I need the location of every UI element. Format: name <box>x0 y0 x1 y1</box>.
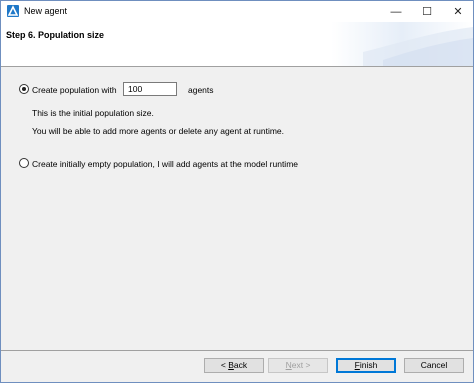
page-title: Step 6. Population size <box>6 30 105 40</box>
minimize-icon[interactable]: — <box>381 1 411 22</box>
population-size-input[interactable] <box>123 82 177 96</box>
footer-separator <box>1 350 473 351</box>
back-rest: ack <box>233 360 248 370</box>
next-rest: ext <box>291 360 304 370</box>
wizard-content: Create population with agents This is th… <box>1 67 473 347</box>
maximize-icon[interactable]: ☐ <box>412 1 442 22</box>
anylogic-app-icon <box>7 5 19 17</box>
next-button[interactable]: Next > <box>268 358 328 373</box>
create-population-radio[interactable] <box>19 84 29 94</box>
wizard-header: Step 6. Population size <box>1 22 473 67</box>
create-population-label[interactable]: Create population with <box>32 85 117 95</box>
back-button[interactable]: < Back <box>204 358 264 373</box>
title-bar: New agent — ☐ ✕ <box>1 1 473 22</box>
finish-rest: inish <box>359 360 378 370</box>
agents-suffix-label: agents <box>188 85 214 95</box>
cancel-button[interactable]: Cancel <box>404 358 464 373</box>
new-agent-dialog: New agent — ☐ ✕ Step 6. Population size … <box>0 0 474 383</box>
close-icon[interactable]: ✕ <box>443 1 473 22</box>
window-title: New agent <box>24 6 68 16</box>
next-suffix: > <box>303 360 311 370</box>
runtime-note: You will be able to add more agents or d… <box>32 126 285 136</box>
finish-button[interactable]: Finish <box>336 358 396 373</box>
empty-population-radio[interactable] <box>19 158 29 168</box>
header-decoration <box>363 27 473 66</box>
empty-population-label[interactable]: Create initially empty population, I wil… <box>32 159 298 169</box>
initial-size-note: This is the initial population size. <box>32 108 154 118</box>
